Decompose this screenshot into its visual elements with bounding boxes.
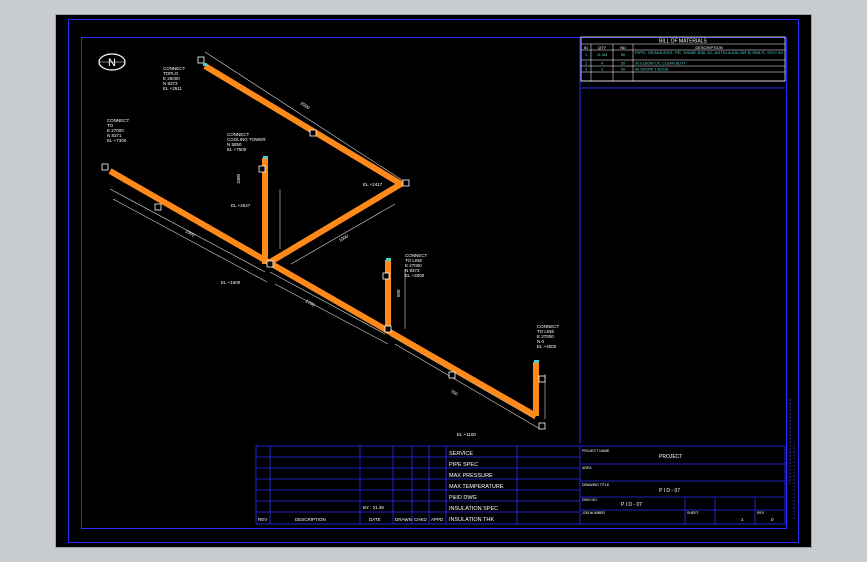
- svg-text:2000: 2000: [299, 101, 311, 111]
- svg-text:REV: REV: [258, 517, 267, 522]
- svg-text:11.4M: 11.4M: [597, 53, 607, 57]
- svg-text:CONNECTTOE 27000N 8371EL +7300: CONNECT TO E 27000 N 8371 EL +7300: [107, 118, 130, 143]
- svg-text:DATE: DATE: [369, 517, 381, 522]
- pipe-run: [108, 63, 539, 419]
- svg-text:1: 1: [741, 517, 744, 522]
- svg-text:EL +2417: EL +2417: [363, 182, 383, 187]
- svg-text:4: 4: [601, 62, 603, 66]
- svg-text:90 ELBOW LR, CLEAN BUTT: 90 ELBOW LR, CLEAN BUTT: [635, 62, 686, 66]
- cad-viewport[interactable]: N CONNECT TOPLO E 26000 N 8373 EL +2511 …: [55, 14, 812, 548]
- bom-title: BILL OF MATERIALS: [659, 39, 707, 45]
- svg-text:PIPE SPEC: PIPE SPEC: [449, 462, 478, 468]
- svg-text:APPD: APPD: [431, 517, 444, 522]
- svg-text:CONNECTTO LINEE 27000N 8373EL: CONNECT TO LINE E 27000 N 8373 EL +4000: [405, 253, 428, 278]
- svg-text:500: 500: [396, 289, 401, 297]
- svg-text:P&ID DWG: P&ID DWG: [449, 495, 477, 501]
- svg-text:CONNECTTOPLOE 26000N 8373EL +2: CONNECT TOPLO E 26000 N 8373 EL +2511: [163, 66, 186, 91]
- svg-text:ID: ID: [584, 45, 588, 50]
- svg-text:ND: ND: [620, 45, 626, 50]
- svg-text:PROJECT NAME: PROJECT NAME: [582, 449, 610, 453]
- svg-text:90 SHOPE 1 EDGE: 90 SHOPE 1 EDGE: [635, 68, 669, 72]
- svg-text:1: 1: [585, 53, 587, 57]
- svg-text:3: 3: [585, 68, 587, 72]
- svg-text:CHKD: CHKD: [414, 517, 428, 522]
- pipe-annotations: CONNECT TOPLO E 26000 N 8373 EL +2511 CONNEC…: [107, 66, 560, 437]
- svg-text:50: 50: [621, 68, 625, 72]
- isometric-drawing: N CONNECT TOPLO E 26000 N 8373 EL +2511 …: [98, 36, 795, 525]
- svg-text:2: 2: [585, 62, 587, 66]
- svg-text:1000: 1000: [236, 173, 241, 184]
- svg-text:EL +1600: EL +1600: [221, 280, 241, 285]
- svg-text:700: 700: [450, 389, 459, 397]
- svg-text:3: 3: [601, 68, 603, 72]
- title-block: [255, 445, 786, 525]
- svg-text:50: 50: [621, 62, 625, 66]
- svg-text:DRAWING TITLE: DRAWING TITLE: [582, 483, 610, 487]
- svg-text:REV: REV: [757, 511, 765, 515]
- svg-text:0: 0: [771, 517, 774, 522]
- svg-text:CONNECTTO LINEE 27000N 0EL +40: CONNECT TO LINE E 27000 N 0 EL +4000: [537, 324, 560, 349]
- svg-text:1500: 1500: [185, 229, 197, 238]
- svg-text:PROJECT: PROJECT: [659, 454, 682, 460]
- north-label: N: [108, 57, 116, 69]
- svg-text:MAX TEMPERATURE: MAX TEMPERATURE: [449, 484, 504, 490]
- svg-text:SERVICE: SERVICE: [449, 451, 473, 457]
- svg-text:INSULATION THK: INSULATION THK: [449, 517, 494, 523]
- svg-text:1900: 1900: [338, 233, 350, 243]
- svg-text:DRAWN: DRAWN: [395, 517, 412, 522]
- svg-text:P I D - 07: P I D - 07: [659, 488, 680, 494]
- svg-text:JOB NUMBER: JOB NUMBER: [582, 511, 605, 515]
- svg-text:MAX PRESSURE: MAX PRESSURE: [449, 473, 493, 479]
- bill-of-materials: BILL OF MATERIALS ID QTY ND DESCRIPTION …: [579, 36, 786, 444]
- svg-text:PIPE, SEAMLESS, PE, ASME B36.1: PIPE, SEAMLESS, PE, ASME B36.10, ASTM A1…: [635, 51, 783, 55]
- svg-text:AREA: AREA: [582, 466, 592, 470]
- svg-text:CONNECTCOOLING TOWERN 5850EL +: CONNECT COOLING TOWER N 5850 EL +7500: [227, 132, 266, 152]
- svg-text:DWG NO.: DWG NO.: [582, 498, 598, 502]
- svg-text:EL +2547: EL +2547: [231, 203, 251, 208]
- svg-text:P I D - 07: P I D - 07: [621, 502, 642, 508]
- svg-text:EL +1100: EL +1100: [457, 432, 476, 437]
- svg-text:1700: 1700: [305, 299, 317, 308]
- svg-text:DESCRIPTION: DESCRIPTION: [695, 45, 722, 50]
- svg-text:50: 50: [621, 53, 625, 57]
- north-arrow-icon: N: [98, 53, 126, 71]
- svg-text:SHEET: SHEET: [687, 511, 700, 515]
- pipe-markers: [101, 56, 546, 430]
- dimension-lines: [109, 51, 546, 430]
- svg-text:BY : 21.36: BY : 21.36: [363, 505, 384, 510]
- svg-text:QTY: QTY: [598, 45, 607, 50]
- svg-text:DESCRIPTION: DESCRIPTION: [295, 517, 326, 522]
- svg-text:INSULATION SPEC: INSULATION SPEC: [449, 506, 498, 512]
- edge-notes: [789, 399, 795, 519]
